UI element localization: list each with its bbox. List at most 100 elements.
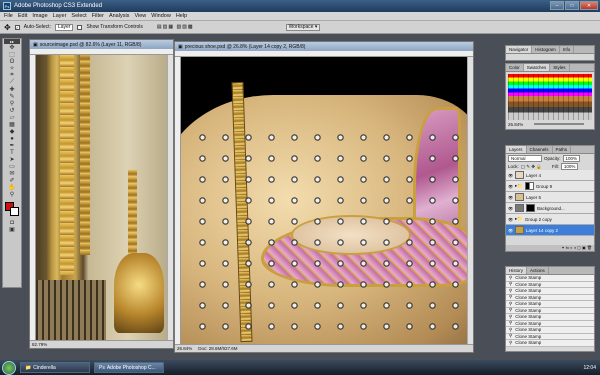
screen-mode-icon[interactable]: ▣ <box>4 226 20 233</box>
auto-select-checkbox[interactable]: ✓ <box>14 24 20 30</box>
align-icons[interactable]: ▤▥▦ ▧▨▩ <box>157 24 194 30</box>
crop-tool-icon[interactable]: ⌗ <box>4 72 20 79</box>
menu-image[interactable]: Image <box>32 13 47 19</box>
swatches-tabs: Color Swatches Styles <box>506 64 594 72</box>
zoom-readout[interactable]: 26.84% <box>177 346 192 351</box>
type-tool-icon[interactable]: T <box>4 149 20 156</box>
eye-icon[interactable]: 👁 <box>508 195 513 200</box>
balcony-railing <box>36 280 106 341</box>
notes-tool-icon[interactable]: ✉ <box>4 170 20 177</box>
tab-history[interactable]: History <box>506 267 528 274</box>
background-color[interactable] <box>10 207 19 216</box>
layer-row[interactable]: 👁 Layer 4 <box>506 170 594 181</box>
dodge-tool-icon[interactable]: ● <box>4 135 20 142</box>
menu-view[interactable]: View <box>134 13 146 19</box>
blur-tool-icon[interactable]: ◆ <box>4 128 20 135</box>
clone-stamp-icon[interactable]: ⚲ <box>4 100 20 107</box>
source-document-title[interactable]: ▣ sourceimage.psd @ 82.6% (Layer 11, RGB… <box>30 40 173 49</box>
zoom-slider[interactable] <box>534 123 584 125</box>
eye-icon[interactable]: 👁 <box>508 173 513 178</box>
eraser-tool-icon[interactable]: ▱ <box>4 114 20 121</box>
taskbar-item-cinderella[interactable]: 📁 Cinderella <box>20 362 90 373</box>
layer-row[interactable]: 👁 Layer 5 <box>506 192 594 203</box>
layer-row[interactable]: 👁 ▸📁 Group 2 copy <box>506 214 594 225</box>
menu-layer[interactable]: Layer <box>53 13 67 19</box>
tab-paths[interactable]: Paths <box>553 146 572 153</box>
layer-row[interactable]: 👁 ▸📁 Group 9 <box>506 181 594 192</box>
eyedropper-icon[interactable]: ✐ <box>4 177 20 184</box>
menu-help[interactable]: Help <box>176 13 187 19</box>
layer-action-icons[interactable]: ⚭ fx ◐ ◑ ▢ ▣ 🗑 <box>561 245 592 250</box>
clock[interactable]: 12:04 <box>583 365 596 371</box>
tab-color[interactable]: Color <box>506 64 524 71</box>
opacity-field[interactable]: 100% <box>562 155 581 162</box>
menu-edit[interactable]: Edit <box>18 13 27 19</box>
swatch-grid[interactable] <box>508 74 592 120</box>
eye-icon[interactable]: 👁 <box>508 206 513 211</box>
opacity-label: Opacity: <box>544 156 561 161</box>
tab-navigator[interactable]: Navigator <box>506 46 533 53</box>
lasso-tool-icon[interactable]: ʘ <box>4 58 20 65</box>
eye-icon[interactable]: 👁 <box>508 184 513 189</box>
close-button[interactable]: ✕ <box>580 1 598 10</box>
pen-tool-icon[interactable]: ✒ <box>4 142 20 149</box>
zoom-readout[interactable]: 82.79% <box>32 342 47 347</box>
auto-select-dropdown[interactable]: Layer <box>54 23 74 31</box>
menu-file[interactable]: File <box>4 13 13 19</box>
tab-swatches[interactable]: Swatches <box>523 64 551 71</box>
vertical-scrollbar[interactable] <box>467 57 473 344</box>
menu-window[interactable]: Window <box>151 13 171 19</box>
shoe-document-title[interactable]: ▣ precious shoe.psd @ 26.8% (Layer 14 co… <box>175 42 473 51</box>
gradient-tool-icon[interactable]: ▦ <box>4 121 20 128</box>
menu-bar: File Edit Image Layer Select Filter Anal… <box>0 12 600 21</box>
quick-mask-icon[interactable]: ◘ <box>4 219 20 226</box>
minimize-button[interactable]: – <box>550 1 564 10</box>
tab-actions[interactable]: Actions <box>527 267 549 274</box>
fill-field[interactable]: 100% <box>560 163 579 170</box>
layers-tabs: Layers Channels Paths <box>506 146 594 154</box>
marquee-tool-icon[interactable]: ⬚ <box>4 51 20 58</box>
history-brush-icon[interactable]: ↺ <box>4 107 20 114</box>
navigator-zoom-readout[interactable]: 26.84% <box>508 122 523 127</box>
menu-analysis[interactable]: Analysis <box>109 13 129 19</box>
tab-channels[interactable]: Channels <box>527 146 553 153</box>
path-select-icon[interactable]: ➤ <box>4 156 20 163</box>
tab-styles[interactable]: Styles <box>550 64 570 71</box>
tab-histogram[interactable]: Histogram <box>532 46 560 53</box>
eye-icon[interactable]: 👁 <box>508 228 513 233</box>
menu-filter[interactable]: Filter <box>92 13 104 19</box>
workspace-button[interactable]: Workspace ▾ <box>285 23 321 31</box>
layer-row[interactable]: 👁 Background... <box>506 203 594 214</box>
shoe-canvas[interactable] <box>181 57 467 344</box>
source-canvas[interactable] <box>36 55 167 341</box>
brush-tool-icon[interactable]: ✎ <box>4 93 20 100</box>
shape-tool-icon[interactable]: ▭ <box>4 163 20 170</box>
slice-tool-icon[interactable]: ⟋ <box>4 79 20 86</box>
history-item[interactable]: ⚲ Clone Stamp <box>506 340 594 347</box>
clone-stamp-icon: ⚲ <box>509 300 513 306</box>
start-button[interactable] <box>2 360 16 375</box>
tab-info[interactable]: Info <box>560 46 575 53</box>
folder-icon: ▸📁 <box>515 216 523 221</box>
tab-layers[interactable]: Layers <box>506 146 527 153</box>
maximize-button[interactable]: □ <box>565 1 579 10</box>
healing-brush-icon[interactable]: ✚ <box>4 86 20 93</box>
move-tool-icon[interactable]: ✥ <box>4 23 11 32</box>
menu-select[interactable]: Select <box>71 13 86 19</box>
source-document-window: ▣ sourceimage.psd @ 82.6% (Layer 11, RGB… <box>29 39 174 349</box>
layers-lock-row: Lock: ▢ ✎ ✥ 🔒 Fill: 100% <box>506 163 594 170</box>
layer-row-selected[interactable]: 👁 Layer 14 copy 2 <box>506 225 594 236</box>
lock-icons[interactable]: ▢ ✎ ✥ 🔒 <box>521 164 542 170</box>
eye-icon[interactable]: 👁 <box>508 217 513 222</box>
taskbar-item-photoshop[interactable]: Ps Adobe Photoshop C... <box>94 362 164 373</box>
lock-label: Lock: <box>508 164 519 169</box>
hand-tool-icon[interactable]: ✋ <box>4 184 20 191</box>
transform-controls-checkbox[interactable] <box>77 24 83 30</box>
zoom-tool-icon[interactable]: ⚲ <box>4 191 20 198</box>
vertical-scrollbar[interactable] <box>167 55 173 341</box>
magic-wand-icon[interactable]: ✧ <box>4 65 20 72</box>
blend-mode-dropdown[interactable]: Normal <box>508 155 542 162</box>
doc-size-readout[interactable]: Doc: 28.6M/927.6M <box>198 346 237 351</box>
move-tool-icon[interactable]: ✥ <box>4 44 20 51</box>
clone-stamp-icon: ⚲ <box>509 326 513 332</box>
